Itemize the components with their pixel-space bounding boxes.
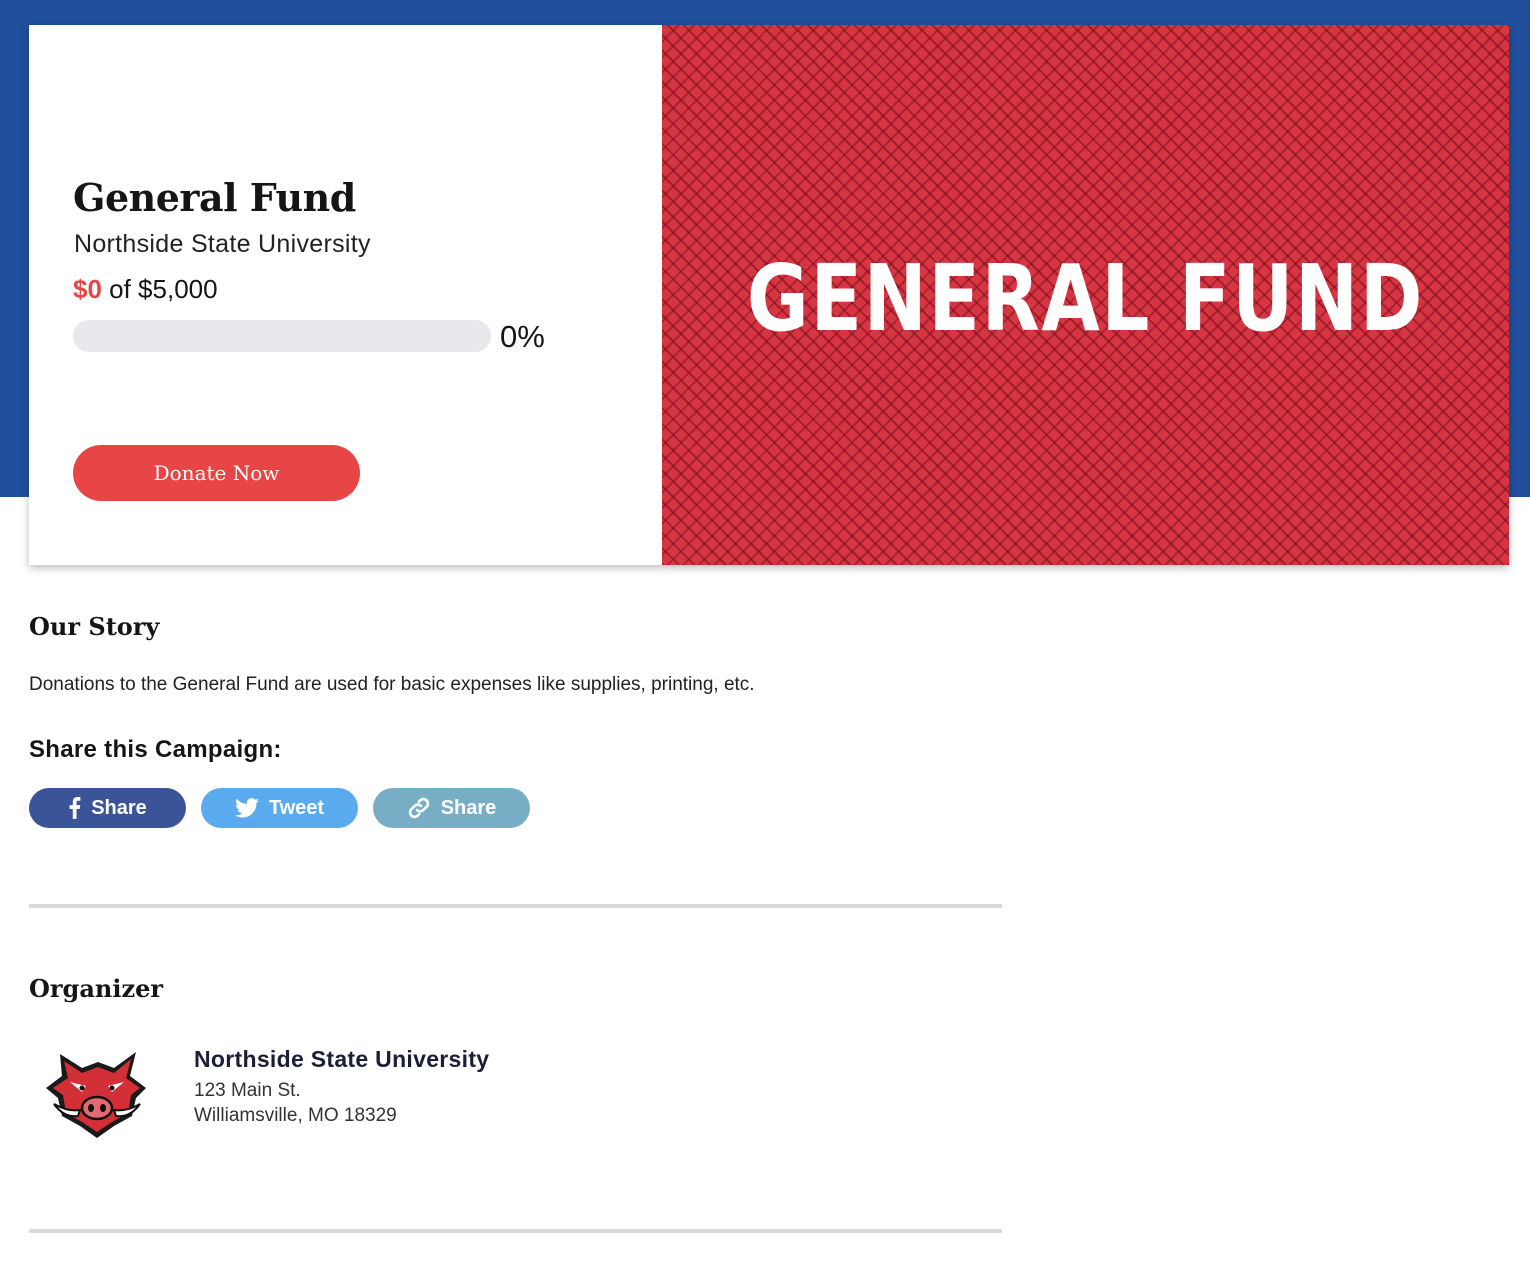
campaign-amounts: $0 of $5,000: [73, 274, 218, 305]
campaign-banner-image: GENERAL FUND: [662, 25, 1509, 565]
copy-link-share-label: Share: [440, 796, 497, 819]
facebook-share-label: Share: [91, 796, 147, 819]
donate-now-button[interactable]: Donate Now: [73, 445, 360, 501]
campaign-hero-card: General Fund Northside State University …: [29, 25, 1509, 565]
campaign-organization: Northside State University: [74, 230, 371, 258]
progress-bar: [73, 320, 491, 352]
facebook-icon: [68, 797, 81, 819]
organizer-heading: Organizer: [29, 974, 163, 1003]
banner-text: GENERAL FUND: [746, 245, 1425, 352]
our-story-heading: Our Story: [29, 612, 160, 641]
copy-link-share-button[interactable]: Share: [373, 788, 530, 828]
section-divider: [29, 1229, 1002, 1233]
campaign-summary: General Fund Northside State University …: [29, 25, 662, 565]
amount-goal: of $5,000: [101, 274, 218, 304]
link-icon: [407, 796, 431, 820]
our-story-text: Donations to the General Fund are used f…: [29, 674, 755, 695]
amount-raised: $0: [73, 274, 102, 304]
organizer-name: Northside State University: [194, 1046, 490, 1072]
progress-percent: 0%: [500, 319, 545, 354]
twitter-icon: [234, 798, 259, 818]
section-divider: [29, 904, 1002, 908]
share-campaign-heading: Share this Campaign:: [29, 736, 282, 763]
twitter-tweet-label: Tweet: [268, 796, 325, 819]
organizer-address-line1: 123 Main St.: [194, 1080, 301, 1101]
campaign-title: General Fund: [73, 175, 356, 220]
boar-mascot-logo: [40, 1046, 154, 1138]
organizer-address-line2: Williamsville, MO 18329: [194, 1105, 397, 1126]
twitter-tweet-button[interactable]: Tweet: [201, 788, 358, 828]
facebook-share-button[interactable]: Share: [29, 788, 186, 828]
